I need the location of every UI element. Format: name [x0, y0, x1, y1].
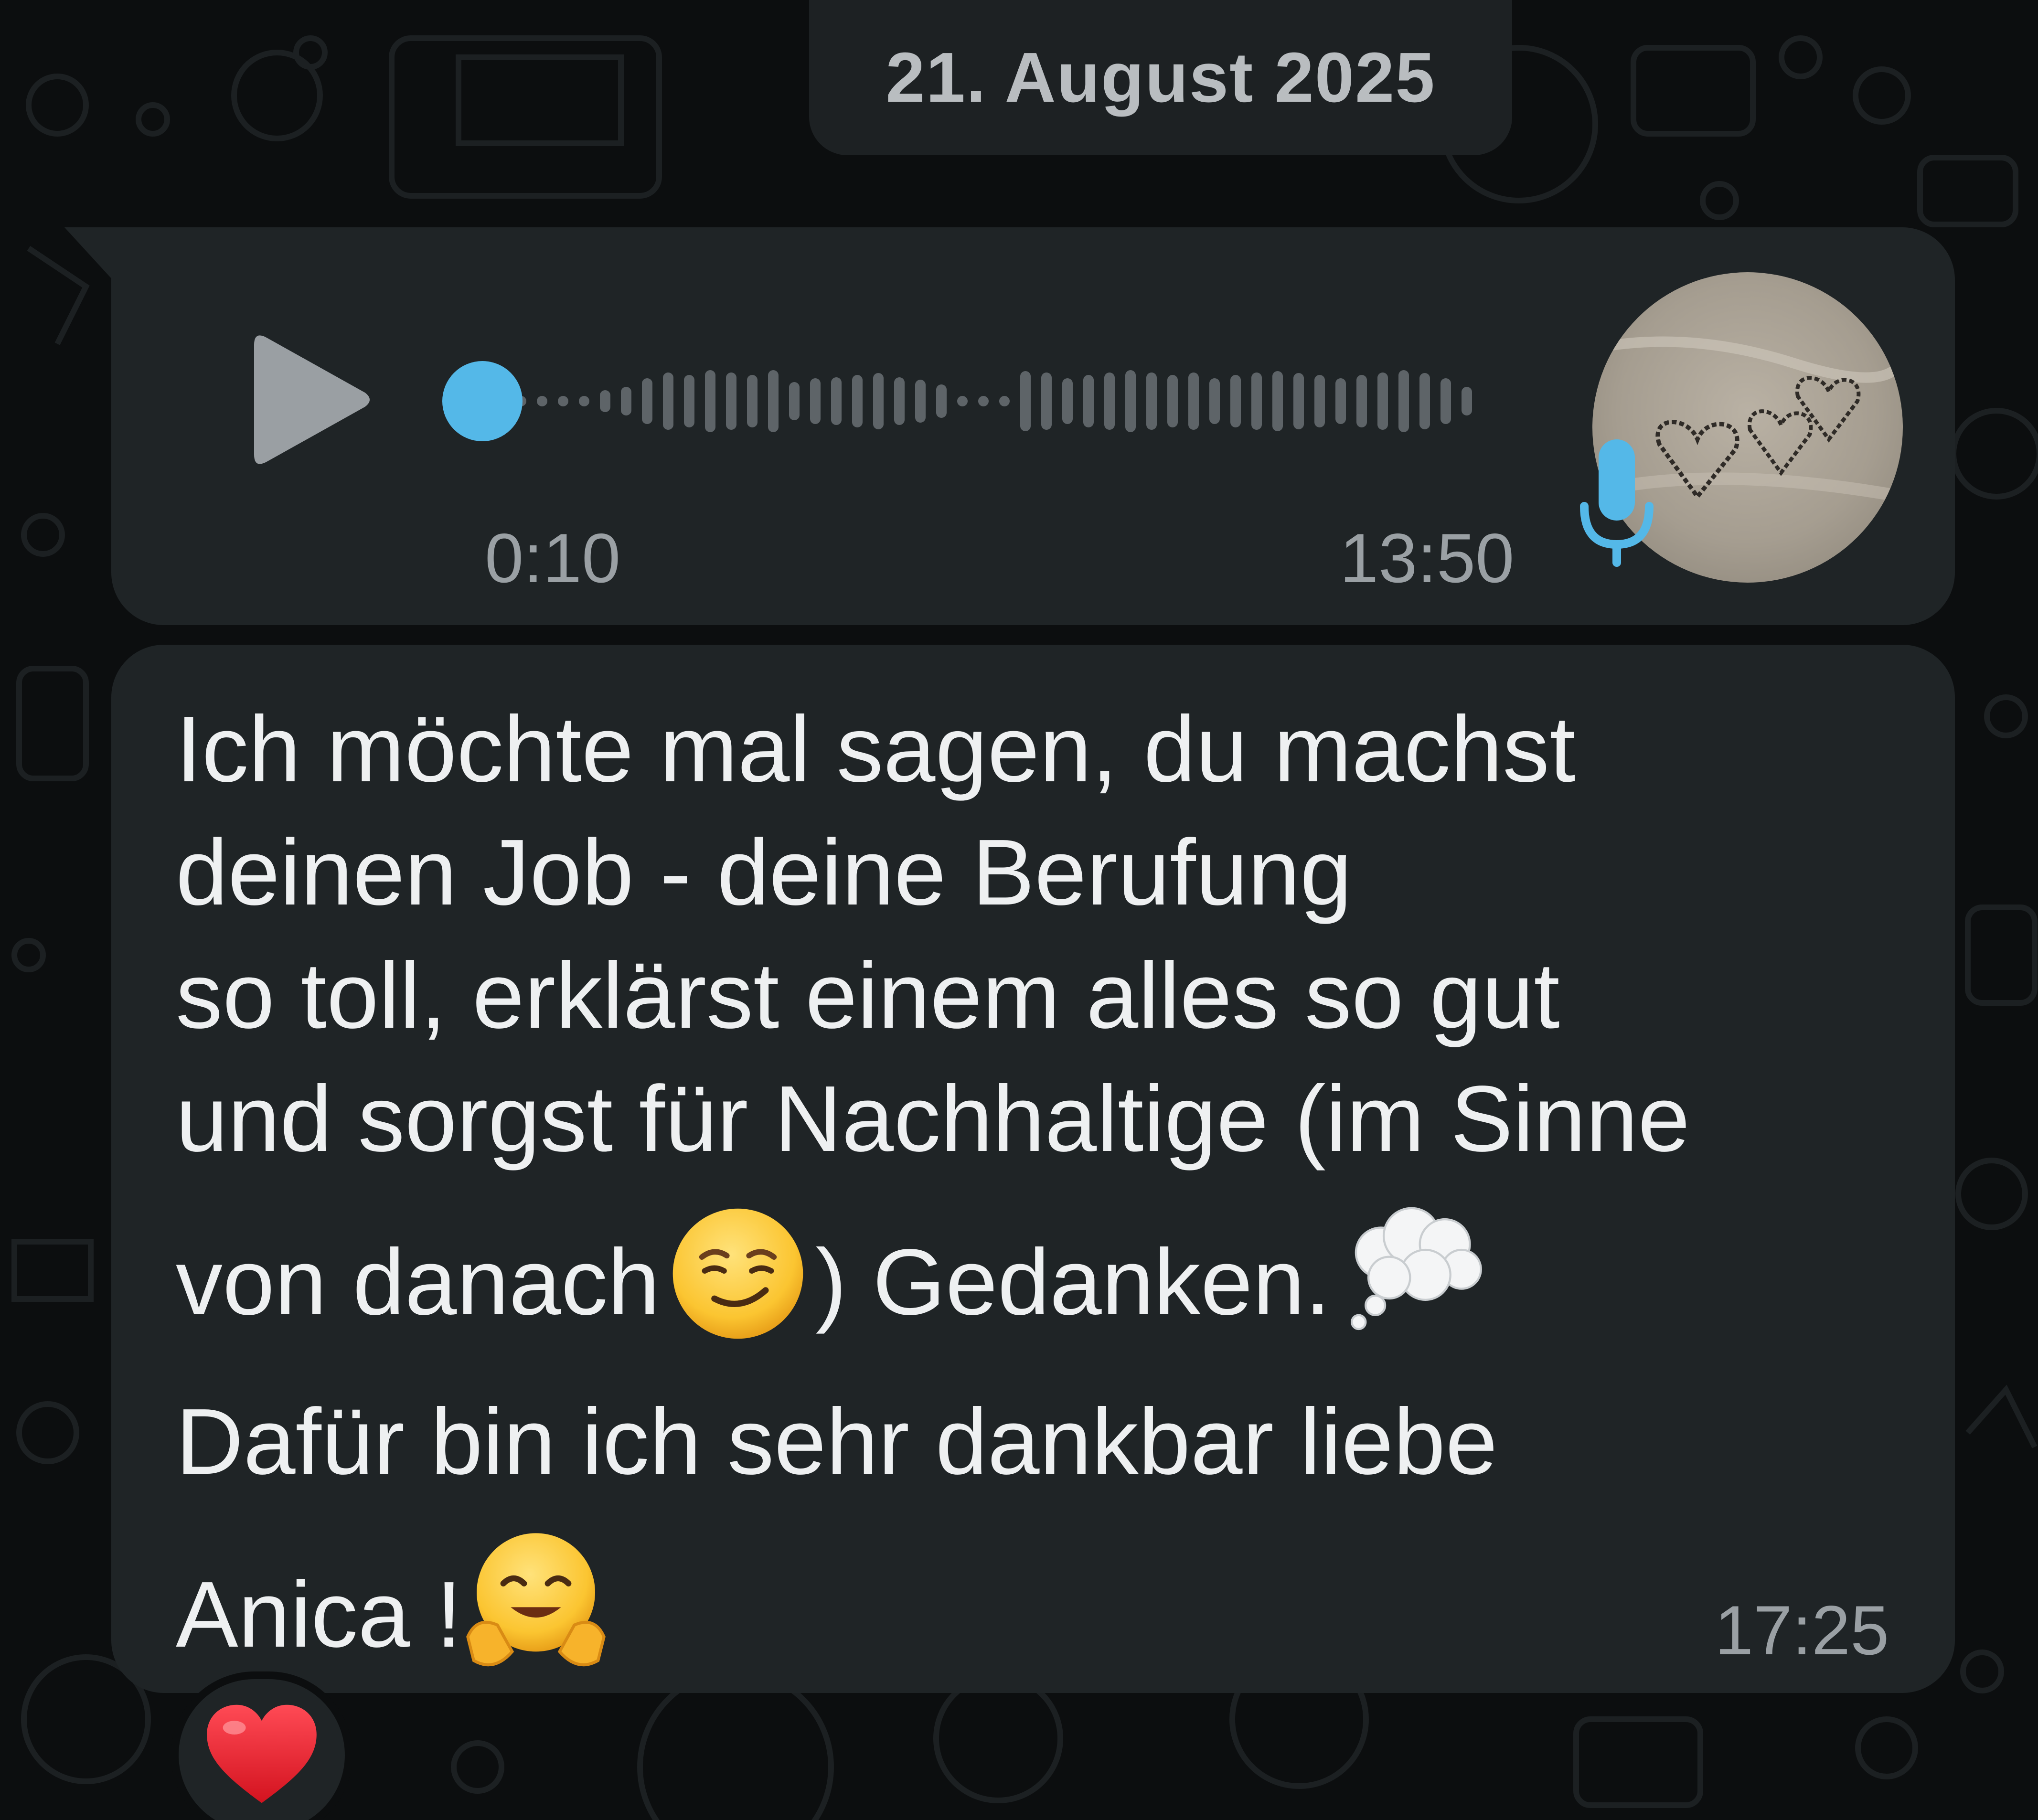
waveform-bar	[642, 378, 652, 424]
voice-message-time: 13:50	[1340, 519, 1515, 597]
waveform-bar	[747, 375, 758, 427]
date-separator: 21. August 2025	[809, 0, 1512, 155]
waveform-bar	[957, 396, 968, 406]
voice-waveform-slider[interactable]	[439, 353, 1509, 449]
thought-balloon-icon	[1339, 1200, 1492, 1363]
message-line: so toll, erklärst einem alles so gut	[176, 943, 1560, 1048]
waveform-bar	[663, 373, 673, 430]
waveform-bar	[558, 396, 568, 406]
waveform-bar	[915, 380, 926, 423]
waveform-bar	[894, 377, 905, 425]
waveform-bar	[1020, 371, 1031, 431]
waveform-bar	[978, 396, 989, 406]
message-line: und sorgst für Nachhaltige (im Sinne	[176, 1066, 1690, 1171]
waveform-bar	[1356, 375, 1367, 427]
waveform-bar	[579, 396, 589, 406]
text-message-time: 17:25	[1715, 1591, 1889, 1669]
waveform-bar	[1083, 375, 1094, 427]
red-heart-icon	[207, 1704, 317, 1803]
message-line: Dafür bin ich sehr dankbar liebe	[176, 1389, 1498, 1494]
waveform-bar	[1377, 373, 1388, 430]
microphone-icon	[1580, 439, 1654, 567]
waveform-bar	[1104, 373, 1115, 430]
message-line: von danach ) Gedanken.	[176, 1200, 1919, 1373]
waveform-bar	[1440, 378, 1451, 424]
waveform-bar	[1251, 373, 1262, 430]
waveform-bar	[1125, 370, 1136, 432]
waveform-bar	[873, 373, 884, 429]
waveform-bar	[1062, 378, 1073, 424]
waveform-bar	[768, 370, 779, 432]
waveform-bar	[789, 382, 800, 420]
waveform-bar	[999, 396, 1010, 406]
waveform-bar	[1188, 373, 1199, 430]
chat-view: 21. August 2025 0:10 13:50 Ich möchte ma…	[0, 0, 2038, 1820]
waveform-bar	[726, 373, 736, 430]
waveform-bar	[1398, 370, 1409, 432]
waveform-bar	[600, 390, 610, 412]
reaction-badge[interactable]	[171, 1671, 352, 1820]
waveform-bar	[936, 384, 947, 418]
waveform-bar	[537, 396, 547, 406]
smirking-face-icon	[669, 1204, 807, 1373]
waveform-bar	[705, 370, 715, 432]
waveform-bar	[852, 375, 863, 427]
waveform-bar	[810, 378, 821, 424]
play-icon[interactable]	[249, 330, 373, 469]
waveform-bar	[1314, 375, 1325, 427]
waveform-bar	[1209, 378, 1220, 424]
waveform-bar	[621, 387, 631, 415]
message-body: Ich möchte mal sagen, du machst deinen J…	[176, 688, 1919, 1705]
message-line: Ich möchte mal sagen, du machst	[176, 697, 1576, 801]
waveform-bar	[1462, 387, 1472, 415]
voice-duration: 0:10	[485, 519, 621, 597]
waveform-bar	[1230, 375, 1241, 427]
waveform-bar	[1419, 373, 1430, 429]
waveform-bar	[1293, 373, 1304, 429]
message-text-fragment: von danach	[176, 1230, 660, 1334]
waveform-bar	[1335, 378, 1346, 424]
waveform-bar	[1041, 373, 1052, 430]
waveform-bar	[1167, 375, 1178, 427]
hugging-face-icon	[462, 1527, 610, 1705]
waveform-bar	[684, 375, 694, 427]
waveform-bar	[1146, 373, 1157, 430]
playback-knob[interactable]	[442, 361, 523, 441]
message-text-fragment: Anica !	[176, 1562, 462, 1667]
waveform-bar	[831, 377, 842, 425]
message-line: deinen Job - deine Berufung	[176, 820, 1352, 925]
bubble-tail	[64, 227, 117, 285]
message-line: Anica !	[176, 1527, 1919, 1705]
message-text-fragment: ) Gedanken.	[815, 1230, 1331, 1334]
waveform-bar	[1272, 371, 1283, 431]
